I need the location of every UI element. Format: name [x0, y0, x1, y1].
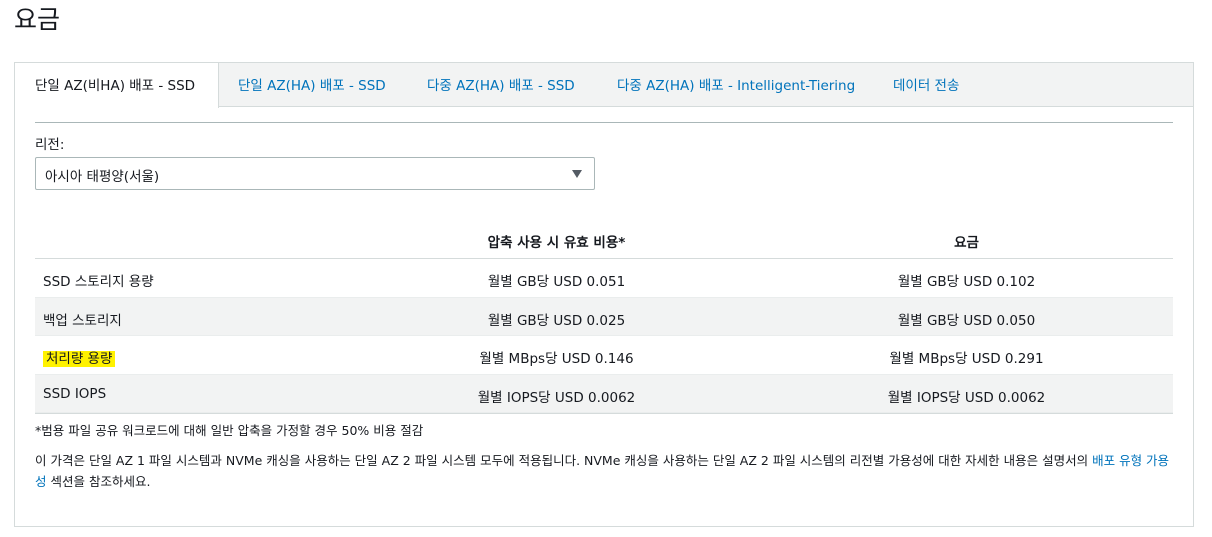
row-effective-cost: 월별 GB당 USD 0.051: [487, 274, 626, 290]
tab-bar: 단일 AZ(비HA) 배포 - SSD 단일 AZ(HA) 배포 - SSD 다…: [15, 63, 1193, 108]
description-text: 이 가격은 단일 AZ 1 파일 시스템과 NVMe 캐싱을 사용하는 단일 A…: [35, 453, 1093, 468]
header-effective-cost: 압축 사용 시 유효 비용*: [487, 235, 626, 251]
highlight-mark: 처리량 용량: [43, 351, 116, 367]
table-bottom-border: [35, 413, 1173, 414]
row-name: SSD IOPS: [43, 385, 107, 402]
row-effective-cost: 월별 IOPS당 USD 0.0062: [477, 389, 636, 406]
table-header: 압축 사용 시 유효 비용* 요금: [35, 219, 1173, 259]
table-row: 처리량 용량 월별 MBps당 USD 0.146 월별 MBps당 USD 0…: [35, 336, 1173, 375]
tab-data-transfer[interactable]: 데이터 전송: [893, 63, 959, 107]
tab-single-az-ha-ssd[interactable]: 단일 AZ(HA) 배포 - SSD: [238, 63, 386, 107]
row-name: SSD 스토리지 용량: [43, 274, 154, 290]
row-effective-cost: 월별 GB당 USD 0.025: [487, 312, 626, 329]
footnote: *범용 파일 공유 워크로드에 대해 일반 압축을 가정할 경우 50% 비용 …: [35, 423, 424, 438]
region-select-value: 아시아 태평양(서울): [45, 169, 160, 185]
row-price: 월별 IOPS당 USD 0.0062: [887, 389, 1046, 406]
tab-single-az-non-ha-ssd[interactable]: 단일 AZ(비HA) 배포 - SSD: [15, 63, 219, 108]
table-row: SSD 스토리지 용량 월별 GB당 USD 0.051 월별 GB당 USD …: [35, 259, 1173, 298]
row-name: 백업 스토리지: [43, 312, 122, 329]
header-price: 요금: [954, 235, 979, 251]
tab-multi-az-ha-ssd[interactable]: 다중 AZ(HA) 배포 - SSD: [427, 63, 575, 107]
table-row: SSD IOPS 월별 IOPS당 USD 0.0062 월별 IOPS당 US…: [35, 374, 1173, 413]
row-effective-cost: 월별 MBps당 USD 0.146: [479, 351, 634, 367]
section-divider: [35, 122, 1173, 123]
row-price: 월별 GB당 USD 0.102: [897, 274, 1036, 290]
pricing-panel: 단일 AZ(비HA) 배포 - SSD 단일 AZ(HA) 배포 - SSD 다…: [14, 62, 1194, 527]
page-title: 요금: [14, 5, 61, 34]
row-price: 월별 GB당 USD 0.050: [897, 312, 1036, 329]
table-row: 백업 스토리지 월별 GB당 USD 0.025 월별 GB당 USD 0.05…: [35, 297, 1173, 336]
tab-multi-az-ha-intelligent-tiering[interactable]: 다중 AZ(HA) 배포 - Intelligent-Tiering: [617, 63, 855, 107]
caret-down-icon: [572, 170, 582, 178]
row-price: 월별 MBps당 USD 0.291: [889, 351, 1044, 367]
pricing-table: 압축 사용 시 유효 비용* 요금 SSD 스토리지 용량 월별 GB당 USD…: [35, 219, 1173, 414]
region-label: 리전:: [35, 137, 65, 153]
region-select[interactable]: 아시아 태평양(서울): [35, 157, 595, 190]
description: 이 가격은 단일 AZ 1 파일 시스템과 NVMe 캐싱을 사용하는 단일 A…: [35, 450, 1175, 492]
row-name-highlighted: 처리량 용량: [43, 347, 116, 367]
description-text-end: 섹션을 참조하세요.: [46, 474, 151, 489]
